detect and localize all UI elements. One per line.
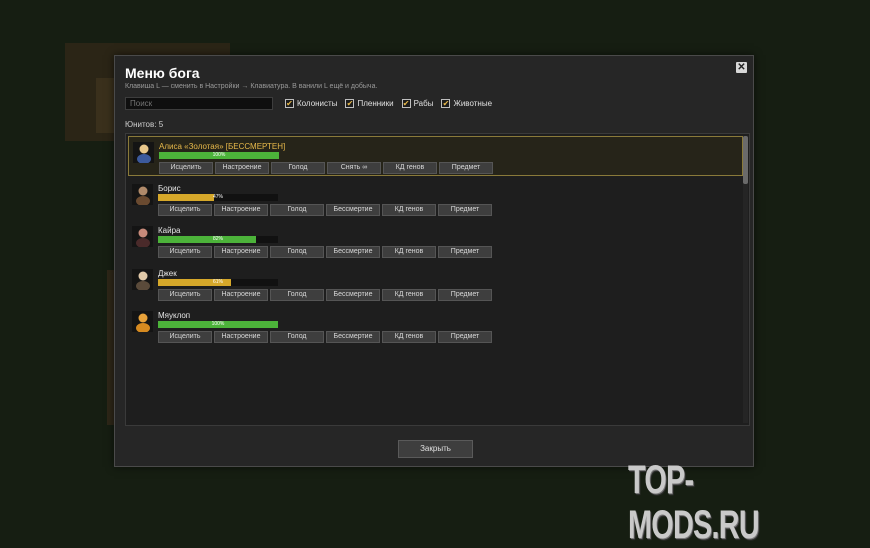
heal-button[interactable]: Исцелить bbox=[158, 246, 212, 258]
pawn-name: Алиса «Золотая» [БЕССМЕРТЕН] bbox=[159, 142, 286, 151]
pawn-portrait-icon bbox=[132, 269, 153, 290]
mood-button[interactable]: Настроение bbox=[214, 246, 268, 258]
immortality-button[interactable]: Снять ∞ bbox=[327, 162, 381, 174]
checkmark-icon[interactable]: ✔ bbox=[401, 99, 411, 108]
gene-cooldown-button[interactable]: КД генов bbox=[382, 246, 436, 258]
heal-button[interactable]: Исцелить bbox=[158, 204, 212, 216]
filter-prisoners[interactable]: ✔ Пленники bbox=[345, 99, 394, 108]
unit-count: Юнитов: 5 bbox=[125, 120, 164, 129]
item-button[interactable]: Предмет bbox=[438, 289, 492, 301]
list-scrollbar[interactable] bbox=[743, 136, 748, 423]
heal-button[interactable]: Исцелить bbox=[159, 162, 213, 174]
pawn-portrait-icon bbox=[133, 142, 154, 163]
pawn-portrait-icon bbox=[132, 184, 153, 205]
hunger-button[interactable]: Голод bbox=[270, 331, 324, 343]
mood-button[interactable]: Настроение bbox=[214, 289, 268, 301]
gene-cooldown-button[interactable]: КД генов bbox=[382, 331, 436, 343]
filter-slaves[interactable]: ✔ Рабы bbox=[401, 99, 434, 108]
background-terrain-detail bbox=[96, 78, 116, 133]
immortality-button[interactable]: Бессмертие bbox=[326, 204, 380, 216]
item-button[interactable]: Предмет bbox=[438, 246, 492, 258]
hunger-button[interactable]: Голод bbox=[271, 162, 325, 174]
immortality-button[interactable]: Бессмертие bbox=[326, 246, 380, 258]
health-bar: 61% bbox=[158, 279, 278, 286]
filter-checkboxes: ✔ Колонисты ✔ Пленники ✔ Рабы ✔ Животные bbox=[285, 99, 492, 108]
health-percent: 61% bbox=[212, 279, 223, 285]
health-bar: 100% bbox=[158, 321, 278, 328]
checkmark-icon[interactable]: ✔ bbox=[285, 99, 294, 108]
item-button[interactable]: Предмет bbox=[438, 331, 492, 343]
pawn-row[interactable]: Джек 61% Исцелить Настроение Голод Бессмертие… bbox=[128, 264, 743, 304]
pawn-name: Борис bbox=[158, 184, 181, 193]
gene-cooldown-button[interactable]: КД генов bbox=[382, 204, 436, 216]
health-percent: 100% bbox=[212, 152, 226, 158]
heal-button[interactable]: Исцелить bbox=[158, 289, 212, 301]
pawn-name: Джек bbox=[158, 269, 177, 278]
health-bar: 100% bbox=[159, 152, 279, 159]
pawn-list: Алиса «Золотая» [БЕССМЕРТЕН] 100% Исцелить… bbox=[125, 133, 750, 426]
hunger-button[interactable]: Голод bbox=[270, 246, 324, 258]
pawn-actions: Исцелить Настроение Голод Бессмертие КД гено… bbox=[158, 246, 492, 258]
filter-label: Животные bbox=[453, 99, 493, 108]
gene-cooldown-button[interactable]: КД генов bbox=[383, 162, 437, 174]
pawn-name: Кайра bbox=[158, 226, 181, 235]
health-percent: 82% bbox=[212, 236, 223, 242]
pawn-name: Мяуклоп bbox=[158, 311, 191, 320]
pawn-portrait-icon bbox=[132, 311, 153, 332]
mood-button[interactable]: Настроение bbox=[214, 331, 268, 343]
pawn-row[interactable]: Борис 47% Исцелить Настроение Голод Бессмерти… bbox=[128, 179, 743, 219]
checkmark-icon[interactable]: ✔ bbox=[345, 99, 355, 108]
watermark-logo: TOP-MODS.RU bbox=[628, 458, 760, 547]
search-input[interactable] bbox=[125, 97, 273, 110]
filter-animals[interactable]: ✔ Животные bbox=[441, 99, 492, 108]
immortality-button[interactable]: Бессмертие bbox=[326, 331, 380, 343]
heal-button[interactable]: Исцелить bbox=[158, 331, 212, 343]
hunger-button[interactable]: Голод bbox=[270, 204, 324, 216]
health-bar: 82% bbox=[158, 236, 278, 243]
close-icon[interactable]: ✕ bbox=[736, 62, 747, 73]
filter-colonists[interactable]: ✔ Колонисты bbox=[285, 99, 337, 108]
checkmark-icon[interactable]: ✔ bbox=[441, 99, 451, 108]
filter-label: Пленники bbox=[357, 99, 394, 108]
gene-cooldown-button[interactable]: КД генов bbox=[382, 289, 436, 301]
pawn-row[interactable]: Алиса «Золотая» [БЕССМЕРТЕН] 100% Исцелить… bbox=[128, 136, 743, 176]
filter-label: Рабы bbox=[413, 99, 434, 108]
pawn-portrait-icon bbox=[132, 226, 153, 247]
dialog-title: Меню бога bbox=[125, 65, 200, 81]
scrollbar-thumb[interactable] bbox=[743, 136, 748, 184]
item-button[interactable]: Предмет bbox=[438, 204, 492, 216]
immortality-button[interactable]: Бессмертие bbox=[326, 289, 380, 301]
close-button[interactable]: Закрыть bbox=[398, 440, 473, 458]
pawn-actions: Исцелить Настроение Голод Снять ∞ КД генов Пр… bbox=[159, 162, 493, 174]
pawn-row[interactable]: Мяуклоп 100% Исцелить Настроение Голод Бессме… bbox=[128, 306, 743, 346]
pawn-actions: Исцелить Настроение Голод Бессмертие КД гено… bbox=[158, 331, 492, 343]
god-menu-dialog: Меню бога Клавиша L — сменить в Настройк… bbox=[114, 55, 754, 467]
health-percent: 47% bbox=[212, 194, 223, 200]
hunger-button[interactable]: Голод bbox=[270, 289, 324, 301]
dialog-subtitle: Клавиша L — сменить в Настройки → Клавиа… bbox=[125, 83, 378, 90]
health-percent: 100% bbox=[211, 321, 225, 327]
filter-label: Колонисты bbox=[297, 99, 338, 108]
health-bar: 47% bbox=[158, 194, 278, 201]
mood-button[interactable]: Настроение bbox=[214, 204, 268, 216]
pawn-actions: Исцелить Настроение Голод Бессмертие КД гено… bbox=[158, 204, 492, 216]
pawn-actions: Исцелить Настроение Голод Бессмертие КД гено… bbox=[158, 289, 492, 301]
mood-button[interactable]: Настроение bbox=[215, 162, 269, 174]
item-button[interactable]: Предмет bbox=[439, 162, 493, 174]
pawn-row[interactable]: Кайра 82% Исцелить Настроение Голод Бессмерти… bbox=[128, 221, 743, 261]
